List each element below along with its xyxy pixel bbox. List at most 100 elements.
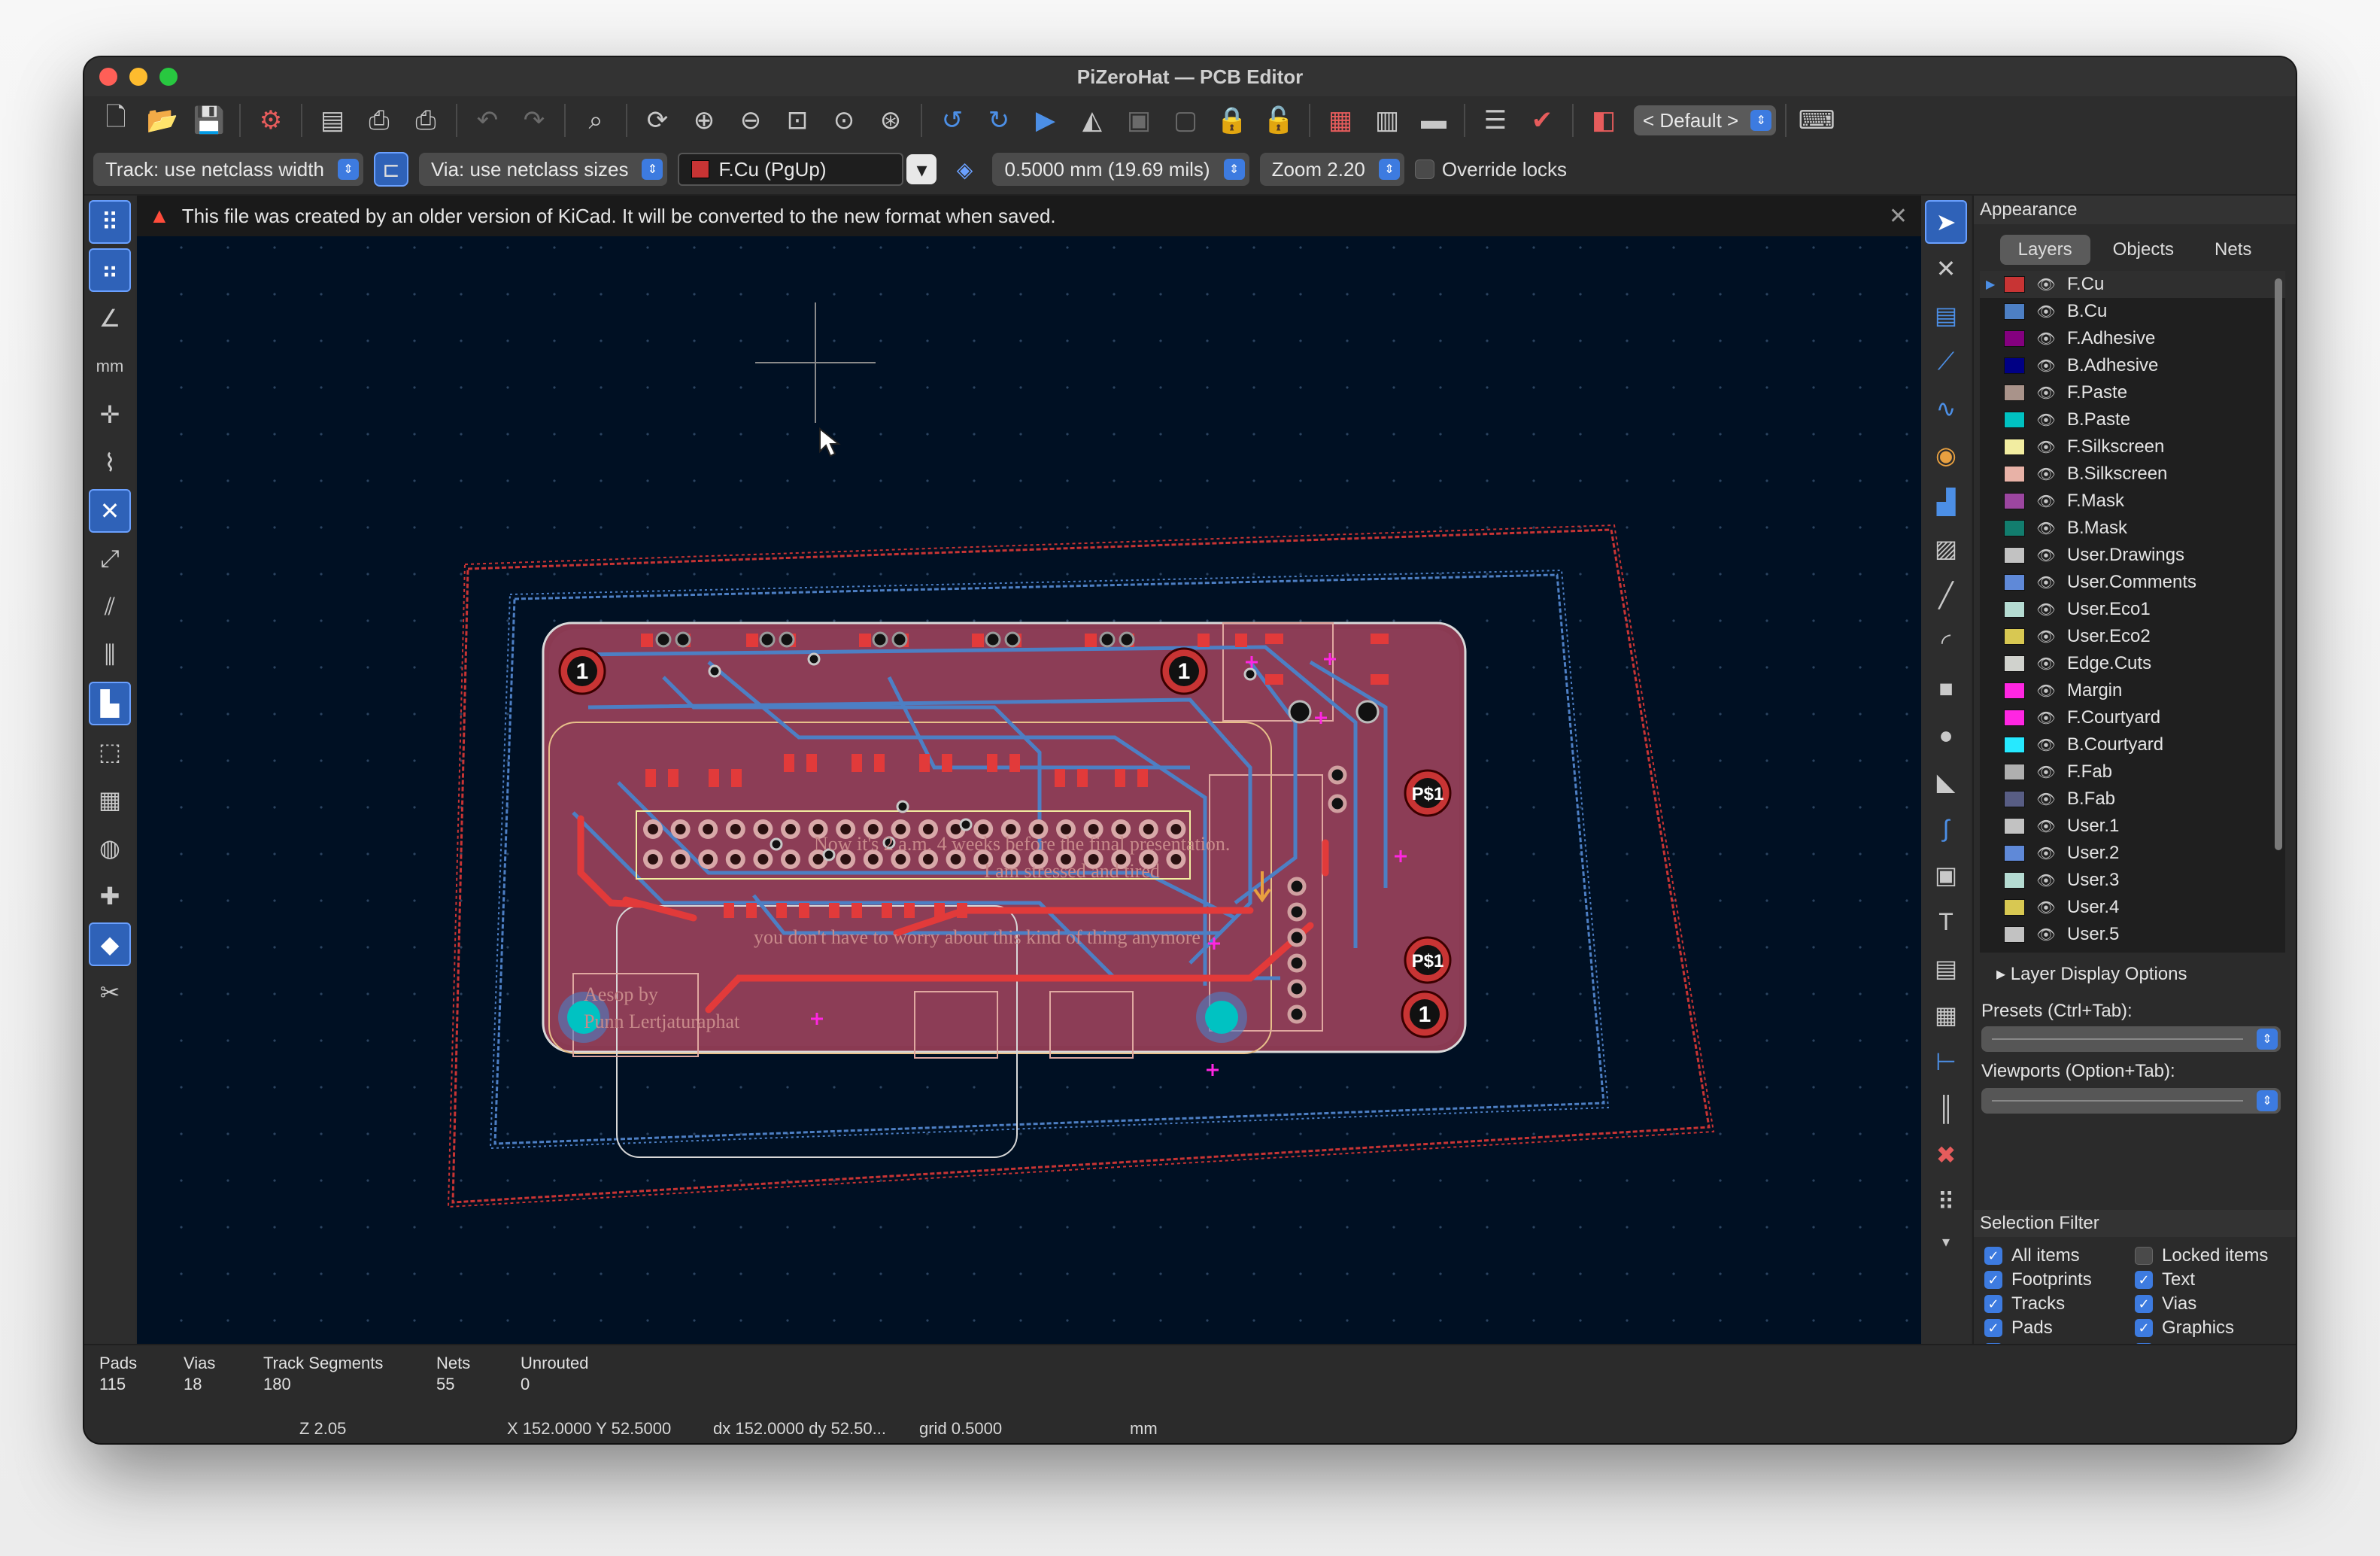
- eye-icon[interactable]: 👁: [2035, 925, 2057, 944]
- layer-color-swatch[interactable]: [2004, 601, 2025, 618]
- eye-icon[interactable]: 👁: [2035, 844, 2057, 863]
- layer-color-swatch[interactable]: [2004, 628, 2025, 645]
- selection-filter-item[interactable]: ✓ Graphics: [2135, 1317, 2285, 1338]
- zoom-fit-icon[interactable]: ⊡: [776, 99, 818, 141]
- add-textbox-icon[interactable]: ▤: [1925, 947, 1967, 990]
- eye-icon[interactable]: 👁: [2035, 330, 2057, 348]
- layer-row[interactable]: 👁 B.Silkscreen: [1980, 460, 2285, 488]
- delete-tool-icon[interactable]: ✖: [1925, 1133, 1967, 1177]
- local-ratsnest-icon[interactable]: ⤢: [89, 537, 131, 581]
- grid-select[interactable]: 0.5000 mm (19.69 mils) ⇕: [992, 153, 1249, 186]
- pad-outline-icon[interactable]: ▦: [89, 778, 131, 822]
- layer-row[interactable]: 👁 User.Comments: [1980, 569, 2285, 596]
- layer-color-swatch[interactable]: [2004, 466, 2025, 482]
- checkbox[interactable]: ✓: [1984, 1247, 2002, 1265]
- layer-row[interactable]: 👁 User.1: [1980, 813, 2285, 840]
- layer-color-swatch[interactable]: [2004, 547, 2025, 564]
- layer-row[interactable]: 👁 F.Courtyard: [1980, 704, 2285, 731]
- layer-color-swatch[interactable]: [2004, 574, 2025, 591]
- tab-layers[interactable]: Layers: [1999, 235, 2090, 265]
- eye-icon[interactable]: 👁: [2035, 384, 2057, 403]
- units-mm-icon[interactable]: mm: [89, 345, 131, 388]
- selection-filter-item[interactable]: ✓ Vias: [2135, 1293, 2285, 1314]
- override-locks-checkbox[interactable]: [1414, 160, 1434, 179]
- grid-overrides-icon[interactable]: ⠶: [89, 248, 131, 292]
- layer-row[interactable]: 👁 User.3: [1980, 867, 2285, 894]
- drc-icon[interactable]: ✔: [1521, 99, 1563, 141]
- layer-color-swatch[interactable]: [2004, 682, 2025, 699]
- selection-filter-item[interactable]: ✓ Tracks: [1984, 1293, 2135, 1314]
- scripting-console-icon[interactable]: ⌨: [1796, 99, 1838, 141]
- layer-row[interactable]: 👁 F.Silkscreen: [1980, 433, 2285, 460]
- tab-objects[interactable]: Objects: [2095, 235, 2192, 265]
- close-window-button[interactable]: [99, 68, 117, 86]
- layer-display-options-toggle[interactable]: ▸ Layer Display Options: [1996, 963, 2187, 985]
- eye-icon[interactable]: 👁: [2035, 790, 2057, 809]
- chevron-down-icon[interactable]: ▾: [1925, 1226, 1967, 1257]
- track-width-select[interactable]: Track: use netclass width ⇕: [93, 153, 363, 186]
- draw-line-icon[interactable]: ╱: [1925, 573, 1967, 617]
- eye-icon[interactable]: 👁: [2035, 573, 2057, 592]
- layer-color-swatch[interactable]: [2004, 493, 2025, 509]
- zoom-objects-icon[interactable]: ⊙: [823, 99, 865, 141]
- active-layer-select[interactable]: F.Cu (PgUp): [678, 153, 904, 186]
- layer-row[interactable]: 👁 Margin: [1980, 677, 2285, 704]
- eye-icon[interactable]: 👁: [2035, 438, 2057, 457]
- layer-color-swatch[interactable]: [2004, 710, 2025, 726]
- layer-row[interactable]: 👁 User.5: [1980, 921, 2285, 948]
- mirror-icon[interactable]: ◭: [1071, 99, 1113, 141]
- zoom-out-icon[interactable]: ⊖: [730, 99, 772, 141]
- layer-row[interactable]: 👁 B.Mask: [1980, 515, 2285, 542]
- layer-color-swatch[interactable]: [2004, 655, 2025, 672]
- add-table-icon[interactable]: ▦: [1925, 993, 1967, 1037]
- eye-icon[interactable]: 👁: [2035, 817, 2057, 836]
- rotate-ccw-icon[interactable]: ↺: [931, 99, 973, 141]
- layer-color-swatch[interactable]: [2004, 845, 2025, 862]
- layer-row[interactable]: 👁 User.2: [1980, 840, 2285, 867]
- zone-outline-icon[interactable]: ⬚: [89, 730, 131, 773]
- selection-filter-item[interactable]: ✓ Locked items: [2135, 1245, 2285, 1266]
- add-via-icon[interactable]: ◉: [1925, 433, 1967, 477]
- via-size-select[interactable]: Via: use netclass sizes ⇕: [418, 153, 668, 186]
- add-dimension-icon[interactable]: ⊢: [1925, 1040, 1967, 1083]
- selection-filter-item[interactable]: ✓ Pads: [1984, 1317, 2135, 1338]
- minimize-window-button[interactable]: [129, 68, 147, 86]
- eye-icon[interactable]: 👁: [2035, 492, 2057, 511]
- ratsnest-icon[interactable]: ✕: [89, 489, 131, 533]
- layer-color-swatch[interactable]: [2004, 737, 2025, 753]
- rotate-cw-icon[interactable]: ↻: [978, 99, 1020, 141]
- eye-icon[interactable]: 👁: [2035, 709, 2057, 728]
- checkbox[interactable]: ✓: [1984, 1295, 2002, 1313]
- layer-list[interactable]: ▶ 👁 F.Cu 👁 B.Cu 👁 F.Adhesive 👁 B.Adhesive 👁 F.Past…: [1980, 271, 2285, 953]
- new-board-icon[interactable]: 🗋: [95, 99, 137, 141]
- unlock-icon[interactable]: 🔓: [1258, 99, 1300, 141]
- tune-length-icon[interactable]: ∿: [1925, 387, 1967, 430]
- ungroup-icon[interactable]: ▢: [1164, 99, 1207, 141]
- footprint-editor-icon[interactable]: ▦: [1319, 99, 1362, 141]
- plot-icon[interactable]: ⎙: [405, 99, 447, 141]
- layer-color-swatch[interactable]: [2004, 412, 2025, 428]
- eye-icon[interactable]: 👁: [2035, 546, 2057, 565]
- layer-color-swatch[interactable]: [2004, 276, 2025, 293]
- add-text-icon[interactable]: T: [1925, 900, 1967, 944]
- layer-preset-icon[interactable]: ◧: [1583, 99, 1625, 141]
- print-icon[interactable]: ⎙: [358, 99, 400, 141]
- select-icon[interactable]: ➤: [1925, 200, 1967, 244]
- layer-color-swatch[interactable]: [2004, 926, 2025, 943]
- checkbox[interactable]: ✓: [1984, 1319, 2002, 1337]
- polar-coords-icon[interactable]: ∠: [89, 296, 131, 340]
- draw-bezier-icon[interactable]: ∫: [1925, 807, 1967, 850]
- checkbox[interactable]: ✓: [2135, 1271, 2153, 1289]
- lock-icon[interactable]: 🔒: [1211, 99, 1253, 141]
- eye-icon[interactable]: 👁: [2035, 465, 2057, 484]
- eye-icon[interactable]: 👁: [2035, 275, 2057, 294]
- layer-color-swatch[interactable]: [2004, 899, 2025, 916]
- undo-icon[interactable]: ↶: [466, 99, 508, 141]
- layer-color-swatch[interactable]: [2004, 872, 2025, 889]
- layer-row[interactable]: 👁 B.Courtyard: [1980, 731, 2285, 758]
- ratsnest-curved-icon[interactable]: ⌇: [89, 441, 131, 485]
- checkbox[interactable]: ✓: [1984, 1271, 2002, 1289]
- update-pcb-icon[interactable]: ▬: [1413, 99, 1455, 141]
- route-track-icon[interactable]: ⟋: [1925, 340, 1967, 384]
- layer-color-swatch[interactable]: [2004, 303, 2025, 320]
